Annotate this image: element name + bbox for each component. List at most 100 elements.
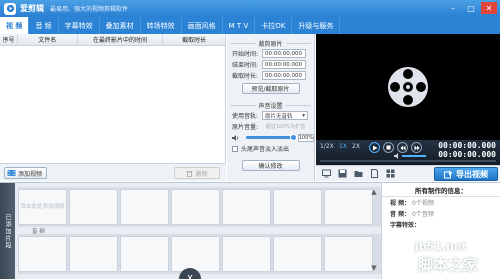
minimize-button[interactable]: – bbox=[445, 2, 461, 14]
timecode-total: 00:00:00.000 bbox=[438, 150, 496, 159]
title-bar: 爱剪辑 最易用、强大的视频剪辑软件 – □ ✕ bbox=[0, 0, 500, 17]
end-time-field[interactable]: 00:00:00.000 bbox=[262, 60, 306, 69]
duration-field[interactable]: 00:00:00.000 bbox=[262, 71, 306, 80]
start-time-field[interactable]: 00:00:00.000 bbox=[262, 49, 306, 58]
close-button[interactable]: ✕ bbox=[481, 2, 497, 14]
stop-button[interactable] bbox=[383, 142, 394, 153]
video-slot[interactable] bbox=[171, 189, 220, 225]
speed-double[interactable]: 2X bbox=[352, 143, 360, 150]
player-toolbar: 导出视频 bbox=[316, 165, 500, 181]
new-file-icon[interactable] bbox=[370, 169, 379, 178]
scissors-icon bbox=[187, 274, 193, 279]
playback-progress[interactable] bbox=[320, 160, 496, 162]
end-time-label: 结束时间: bbox=[232, 62, 259, 69]
next-frame-button[interactable] bbox=[411, 142, 422, 153]
audio-track-select[interactable]: 原片无音轨 ▾ bbox=[262, 111, 308, 120]
scroll-down-icon[interactable]: ▼ bbox=[369, 262, 379, 274]
maximize-button[interactable]: □ bbox=[463, 2, 479, 14]
video-list-body[interactable] bbox=[0, 46, 225, 163]
audio-track[interactable] bbox=[18, 234, 381, 274]
column-filename[interactable]: 文件名 bbox=[18, 34, 78, 45]
folder-icon[interactable] bbox=[354, 169, 363, 178]
fade-checkbox-row[interactable]: 头尾声音淡入淡出 bbox=[227, 143, 314, 154]
fade-label: 头尾声音淡入淡出 bbox=[241, 146, 290, 153]
clip-section-title: 裁剪原片 bbox=[227, 38, 314, 48]
save-icon[interactable] bbox=[338, 169, 347, 178]
app-logo-icon bbox=[4, 2, 16, 15]
column-timeline-position[interactable]: 在最终影片中的时间 bbox=[78, 34, 164, 45]
speaker-icon bbox=[232, 134, 239, 141]
video-list-panel: 序号 文件名 在最终影片中的时间 截取时长 添加视频 删除 bbox=[0, 34, 226, 181]
tab-transitions[interactable]: 转场特效 bbox=[141, 17, 182, 34]
volume-slider[interactable] bbox=[246, 134, 297, 141]
video-track[interactable]: 双击此处添加视频 bbox=[18, 187, 381, 227]
scroll-up-icon[interactable]: ▲ bbox=[369, 186, 379, 198]
play-button[interactable] bbox=[369, 142, 380, 153]
delete-button[interactable]: 删除 bbox=[174, 167, 220, 179]
app-window: 爱剪辑 最易用、强大的视频剪辑软件 – □ ✕ 视 频 音 频 字幕特效 叠加素… bbox=[0, 0, 500, 279]
tab-upgrade-service[interactable]: 升级与服务 bbox=[292, 17, 341, 34]
preview-clip-button[interactable]: 预览/截取原片 bbox=[241, 83, 300, 94]
add-video-label: 添加视频 bbox=[18, 170, 43, 178]
info-title: 所有制作的信息： bbox=[382, 183, 500, 197]
add-video-button[interactable]: 添加视频 bbox=[4, 167, 48, 179]
watermark-url: jb51.net bbox=[415, 240, 467, 253]
video-slot[interactable] bbox=[120, 189, 169, 225]
info-row-audio: 音 频： 0个音频 bbox=[382, 208, 500, 219]
video-slot[interactable] bbox=[222, 189, 271, 225]
tab-picture-style[interactable]: 画面风格 bbox=[182, 17, 223, 34]
info-value: 0个音频 bbox=[412, 211, 434, 218]
tab-karaoke[interactable]: 卡拉OK bbox=[255, 17, 293, 34]
fade-checkbox[interactable] bbox=[232, 145, 238, 152]
video-slot[interactable] bbox=[69, 189, 118, 225]
audio-slot[interactable] bbox=[18, 236, 67, 272]
info-row-subtitles: 字幕特效： bbox=[382, 219, 500, 230]
export-video-button[interactable]: 导出视频 bbox=[434, 167, 498, 181]
video-slot[interactable] bbox=[324, 189, 373, 225]
stop-icon bbox=[386, 145, 391, 150]
info-row-video: 视 频： 0个视频 bbox=[382, 197, 500, 208]
tab-mtv[interactable]: M T V bbox=[223, 17, 256, 34]
duration-label: 截取时长: bbox=[232, 73, 259, 80]
audio-slot[interactable] bbox=[222, 236, 271, 272]
video-preview[interactable] bbox=[316, 34, 500, 140]
tab-subtitle-effects[interactable]: 字幕特效 bbox=[59, 17, 100, 34]
tab-video[interactable]: 视 频 bbox=[0, 17, 30, 34]
column-duration[interactable]: 截取时长 bbox=[163, 34, 225, 45]
speed-normal[interactable]: 1X bbox=[339, 143, 347, 150]
column-index[interactable]: 序号 bbox=[0, 34, 18, 45]
volume-value[interactable]: 100% bbox=[298, 133, 314, 142]
play-icon bbox=[372, 145, 377, 150]
grid-icon[interactable] bbox=[386, 169, 395, 178]
app-subtitle: 最易用、强大的视频剪辑软件 bbox=[50, 6, 129, 13]
audio-slot[interactable] bbox=[69, 236, 118, 272]
info-key: 视 频： bbox=[390, 200, 411, 207]
tab-audio[interactable]: 音 频 bbox=[29, 17, 59, 34]
volume-label: 原片音量: bbox=[232, 124, 259, 131]
audio-slot[interactable] bbox=[273, 236, 322, 272]
info-key: 音 频： bbox=[390, 211, 411, 218]
audio-track-label: 使用音轨: bbox=[232, 113, 259, 120]
confirm-button[interactable]: 确认修改 bbox=[241, 160, 300, 171]
volume-slider-knob[interactable] bbox=[290, 134, 297, 141]
menu-tabs: 视 频 音 频 字幕特效 叠加素材 转场特效 画面风格 M T V 卡拉OK 升… bbox=[0, 17, 500, 34]
prev-frame-button[interactable] bbox=[397, 142, 408, 153]
audio-slot[interactable] bbox=[171, 236, 220, 272]
tab-overlay-materials[interactable]: 叠加素材 bbox=[100, 17, 141, 34]
rewind-icon bbox=[400, 145, 405, 150]
added-clips-tab[interactable]: 已添加片段 bbox=[0, 183, 15, 279]
watermark-text: 脚本之家 bbox=[418, 256, 479, 274]
video-slot-placeholder[interactable]: 双击此处添加视频 bbox=[18, 189, 67, 225]
audio-slot[interactable] bbox=[120, 236, 169, 272]
audio-slot[interactable] bbox=[324, 236, 373, 272]
volume-hint: 超过100%为扩音 bbox=[266, 124, 306, 130]
chevron-down-icon: ▾ bbox=[302, 112, 305, 119]
video-slot[interactable] bbox=[273, 189, 322, 225]
audio-track-value: 原片无音轨 bbox=[265, 113, 293, 120]
volume-icon[interactable] bbox=[394, 153, 401, 159]
delete-label: 删除 bbox=[195, 170, 208, 178]
player-volume-bar[interactable] bbox=[402, 155, 426, 157]
monitor-icon[interactable] bbox=[322, 169, 331, 178]
speed-half[interactable]: 1/2X bbox=[320, 143, 334, 150]
audio-section-title: 声音设置 bbox=[227, 100, 314, 110]
